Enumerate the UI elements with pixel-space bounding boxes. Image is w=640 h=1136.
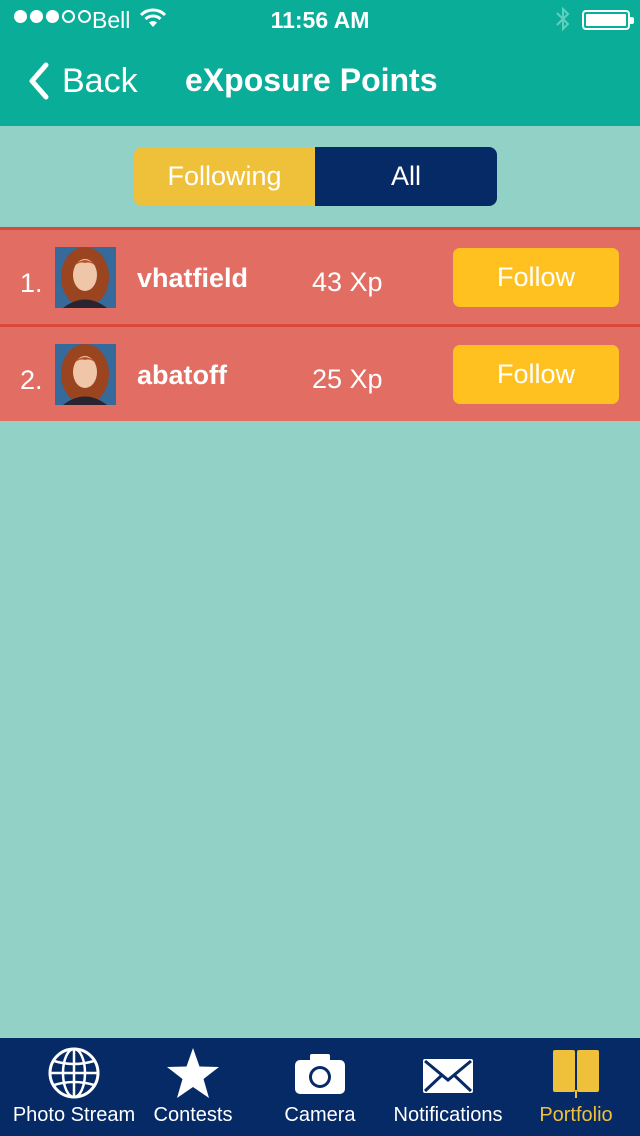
segmented-control: Following All: [134, 147, 497, 206]
tab-label: Contests: [153, 1104, 233, 1126]
exposure-points: 43 Xp: [312, 267, 383, 297]
tab-contests[interactable]: Contests: [130, 1038, 256, 1136]
tab-label: Photo Stream: [12, 1104, 136, 1126]
bluetooth-icon: [554, 5, 572, 39]
follow-button[interactable]: Follow: [453, 345, 619, 404]
back-button[interactable]: Back: [24, 58, 138, 104]
tab-camera[interactable]: Camera: [256, 1038, 384, 1136]
battery-icon: [582, 10, 634, 30]
username[interactable]: abatoff: [137, 360, 227, 391]
tab-bar: Photo Stream Contests Camera Notificatio…: [0, 1038, 640, 1136]
avatar[interactable]: [55, 247, 116, 308]
rank-number: 2.: [20, 365, 43, 395]
tab-photo-stream[interactable]: Photo Stream: [0, 1038, 148, 1136]
back-label: Back: [62, 61, 138, 100]
tab-notifications[interactable]: Notifications: [384, 1038, 512, 1136]
exposure-points: 25 Xp: [312, 364, 383, 394]
status-bar: Bell 11:56 AM: [0, 0, 640, 40]
tab-label: Portfolio: [539, 1104, 613, 1126]
clock: 11:56 AM: [270, 7, 370, 33]
book-icon: [553, 1050, 599, 1098]
tab-following[interactable]: Following: [134, 147, 315, 206]
envelope-icon: [423, 1059, 473, 1093]
rank-number: 1.: [20, 268, 43, 298]
tab-all[interactable]: All: [315, 147, 497, 206]
page-title: eXposure Points: [185, 62, 438, 98]
navigation-header: Bell 11:56 AM Back eXposure Points: [0, 0, 640, 126]
follow-button[interactable]: Follow: [453, 248, 619, 307]
leaderboard-list: 1. vhatfield 43 Xp Follow 2. abatoff 25 …: [0, 227, 640, 421]
globe-icon: [48, 1047, 100, 1099]
leaderboard-row[interactable]: 1. vhatfield 43 Xp Follow: [0, 227, 640, 324]
username[interactable]: vhatfield: [137, 263, 248, 294]
star-icon: [167, 1048, 219, 1098]
tab-label: Camera: [284, 1104, 356, 1126]
tab-portfolio[interactable]: Portfolio: [512, 1038, 640, 1136]
camera-icon: [295, 1054, 345, 1094]
tab-label: Notifications: [393, 1104, 503, 1126]
avatar[interactable]: [55, 344, 116, 405]
leaderboard-row[interactable]: 2. abatoff 25 Xp Follow: [0, 324, 640, 421]
